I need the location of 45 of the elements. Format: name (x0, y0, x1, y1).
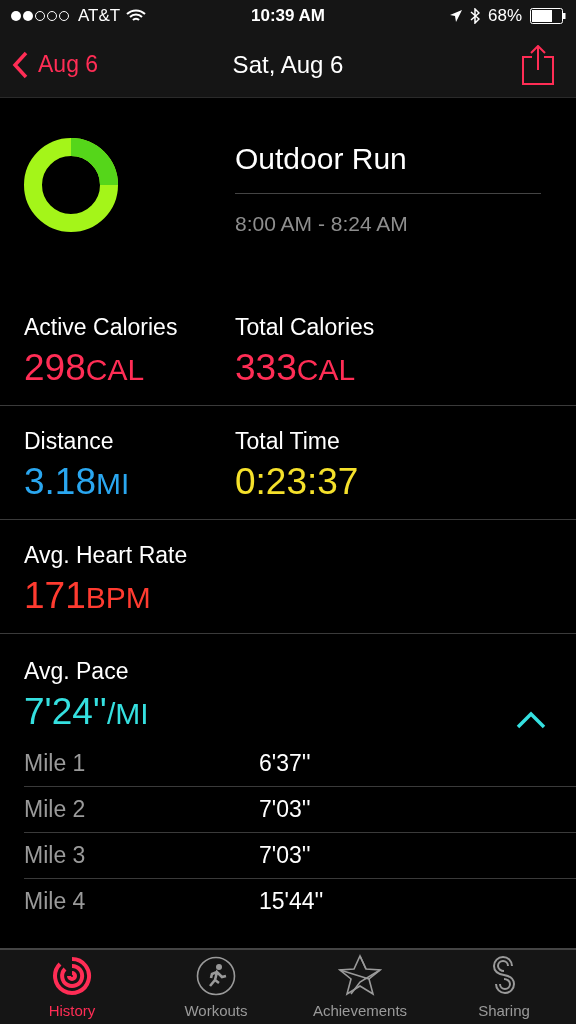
signal-icon (10, 10, 72, 22)
split-label: Mile 3 (24, 840, 87, 870)
share-button[interactable] (522, 44, 554, 85)
sharing-icon (490, 953, 518, 996)
split-label: Mile 2 (24, 794, 87, 824)
bluetooth-icon (470, 8, 480, 24)
chevron-left-icon (12, 50, 28, 79)
location-icon (450, 10, 462, 22)
share-icon (522, 44, 554, 85)
split-label: Mile 1 (24, 748, 87, 778)
metric-label: Active Calories (24, 313, 179, 342)
status-time: 10:39 AM (251, 5, 325, 28)
tab[interactable]: Workouts (144, 950, 288, 1024)
runner-icon (196, 955, 236, 996)
nav-title: Sat, Aug 6 (232, 49, 344, 80)
metric-value: 0:23:37 (235, 459, 360, 504)
metric-value: 7'24''/MI (24, 689, 149, 734)
tab[interactable]: Sharing (432, 950, 576, 1024)
split-time: 7'03'' (259, 840, 311, 870)
metric-value: 171BPM (24, 573, 152, 618)
metric-label: Avg. Heart Rate (24, 541, 189, 570)
workout-time-range: 8:00 AM - 8:24 AM (235, 211, 409, 237)
metric-value: 333CAL (235, 345, 357, 390)
tab[interactable]: History (0, 950, 144, 1024)
back-button[interactable]: Aug 6 (12, 47, 99, 82)
collapse-button[interactable] (516, 710, 546, 729)
split-time: 15'44'' (259, 887, 324, 917)
metric-label: Total Calories (235, 313, 376, 342)
metric-label: Distance (24, 427, 115, 456)
metric-label: Total Time (235, 427, 341, 456)
chevron-up-icon (516, 710, 546, 729)
split-time: 6'37'' (259, 748, 311, 778)
battery-icon (530, 8, 566, 24)
star-icon (338, 953, 382, 996)
battery-percent: 68% (488, 5, 522, 28)
wifi-icon (126, 9, 147, 23)
tab[interactable]: Achievements (288, 950, 432, 1024)
split-time: 7'03'' (259, 794, 311, 824)
workout-title: Outdoor Run (235, 126, 541, 194)
metric-label: Avg. Pace (24, 657, 130, 686)
rings-icon (52, 955, 92, 996)
split-label: Mile 4 (24, 887, 87, 917)
metric-value: 3.18MI (24, 459, 131, 504)
metric-value: 298CAL (24, 345, 146, 390)
carrier-name: AT&T (78, 5, 121, 28)
